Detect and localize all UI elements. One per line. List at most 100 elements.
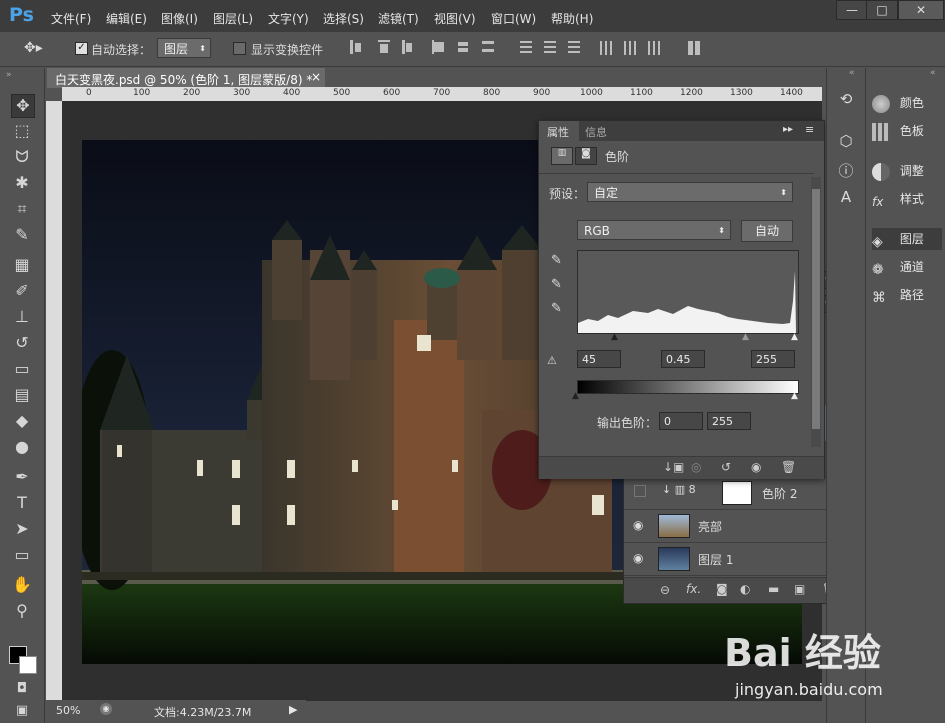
menu-image[interactable]: 图像(I) <box>161 10 198 27</box>
history-brush-tool-icon[interactable]: ↺ <box>11 332 33 354</box>
background-color-swatch[interactable] <box>19 656 37 674</box>
move-tool-icon[interactable]: ✥ <box>11 94 35 118</box>
info-icon[interactable]: ◉ <box>100 703 112 715</box>
collapse-arrows-icon[interactable]: « <box>930 68 936 78</box>
marquee-tool-icon[interactable]: ⬚ <box>11 120 33 142</box>
zoom-level[interactable]: 50% <box>56 704 80 717</box>
new-group-icon[interactable]: ▬ <box>768 582 779 596</box>
close-tab-icon[interactable]: × <box>311 70 321 84</box>
maximize-button[interactable]: □ <box>866 0 898 20</box>
move-tool-icon[interactable]: ✥▸ <box>24 40 43 56</box>
menu-help[interactable]: 帮助(H) <box>551 10 593 27</box>
magic-wand-tool-icon[interactable]: ✱ <box>11 172 33 194</box>
visibility-off-box[interactable] <box>634 485 646 497</box>
view-previous-icon[interactable]: ◎ <box>691 460 701 474</box>
stamp-tool-icon[interactable]: ⊥ <box>11 306 33 328</box>
crop-tool-icon[interactable]: ⌗ <box>11 198 33 220</box>
show-transform-checkbox[interactable] <box>233 42 246 55</box>
dock-item-swatches[interactable]: 色板 <box>872 120 942 142</box>
input-white-field[interactable]: 255 <box>751 350 795 368</box>
dock-item-channels[interactable]: ❁ 通道 <box>872 256 942 278</box>
auto-select-checkbox[interactable]: ✓ <box>75 42 88 55</box>
tab-properties[interactable]: 属性 <box>547 124 569 140</box>
hand-tool-icon[interactable]: ✋ <box>11 574 33 596</box>
quick-mask-icon[interactable]: ◘ <box>11 678 33 700</box>
zoom-tool-icon[interactable]: ⚲ <box>11 600 33 622</box>
input-black-field[interactable]: 45 <box>577 350 621 368</box>
menu-edit[interactable]: 编辑(E) <box>106 10 147 27</box>
preset-dropdown[interactable]: 自定 ⬍ <box>587 182 793 202</box>
type-tool-icon[interactable]: T <box>11 492 33 514</box>
white-point-eyedropper-icon[interactable]: ✎ <box>551 301 562 316</box>
menu-window[interactable]: 窗口(W) <box>491 10 536 27</box>
reset-icon[interactable]: ↺ <box>721 460 731 474</box>
levels-icon[interactable]: ▥ <box>551 147 573 165</box>
pen-tool-icon[interactable]: ✒ <box>11 466 33 488</box>
channel-dropdown[interactable]: RGB ⬍ <box>577 220 731 240</box>
close-button[interactable]: ✕ <box>898 0 944 20</box>
visibility-eye-icon[interactable]: ◉ <box>751 460 761 474</box>
character-icon[interactable]: A <box>835 188 857 210</box>
input-gamma-field[interactable]: 0.45 <box>661 350 705 368</box>
fx-icon[interactable]: fx. <box>686 582 701 596</box>
tab-info[interactable]: 信息 <box>585 124 607 140</box>
layer-row[interactable]: ↓ ▥ 8 色阶 2 <box>624 477 850 510</box>
info-panel-icon[interactable]: ⓘ <box>835 160 857 182</box>
properties-scrollbar[interactable] <box>811 177 821 447</box>
brush-tool-icon[interactable]: ✐ <box>11 280 33 302</box>
minimize-button[interactable]: — <box>836 0 868 20</box>
new-adjustment-icon[interactable]: ◐ <box>740 582 750 596</box>
screen-mode-icon[interactable]: ▣ <box>11 700 33 722</box>
status-menu-arrow-icon[interactable]: ▶ <box>289 703 297 716</box>
auto-button[interactable]: 自动 <box>741 220 793 242</box>
menu-view[interactable]: 视图(V) <box>434 10 476 27</box>
dock-item-paths[interactable]: ⌘ 路径 <box>872 284 942 306</box>
black-input-slider-icon[interactable]: ▲ <box>611 332 618 342</box>
history-icon[interactable]: ⟲ <box>835 90 857 112</box>
output-black-slider-icon[interactable]: ▲ <box>572 391 579 401</box>
shape-tool-icon[interactable]: ▭ <box>11 544 33 566</box>
gamma-input-slider-icon[interactable]: ▲ <box>742 332 749 342</box>
dock-item-layers[interactable]: ◈ 图层 <box>872 228 942 250</box>
menu-layer[interactable]: 图层(L) <box>213 10 253 27</box>
menu-file[interactable]: 文件(F) <box>51 10 91 27</box>
menu-filter[interactable]: 滤镜(T) <box>378 10 419 27</box>
dock-item-adjustments[interactable]: 调整 <box>872 160 942 182</box>
auto-select-target-dropdown[interactable]: 图层 ⬍ <box>157 38 211 58</box>
lasso-tool-icon[interactable]: ᗢ <box>11 146 33 168</box>
black-point-eyedropper-icon[interactable]: ✎ <box>551 253 562 268</box>
menu-type[interactable]: 文字(Y) <box>268 10 309 27</box>
document-tab[interactable]: 白天变黑夜.psd @ 50% (色阶 1, 图层蒙版/8) * × <box>47 68 325 88</box>
dock-item-color[interactable]: 颜色 <box>872 92 942 114</box>
eraser-tool-icon[interactable]: ▭ <box>11 358 33 380</box>
menu-select[interactable]: 选择(S) <box>323 10 364 27</box>
collapse-arrows-icon[interactable]: « <box>849 68 855 78</box>
eye-icon[interactable]: ◉ <box>633 519 647 531</box>
output-black-field[interactable]: 0 <box>659 412 703 430</box>
healing-brush-tool-icon[interactable]: ▦ <box>11 254 33 276</box>
new-layer-icon[interactable]: ▣ <box>794 582 805 596</box>
output-white-slider-icon[interactable]: ▲ <box>791 391 798 401</box>
layer-row[interactable]: ◉ 图层 1 <box>624 543 850 576</box>
layer-mask-thumbnail[interactable] <box>722 481 752 505</box>
eye-icon[interactable]: ◉ <box>633 552 647 564</box>
panel-menu-icon[interactable]: ≡ <box>805 123 814 136</box>
link-layers-icon[interactable]: ⊖ <box>660 583 670 597</box>
dock-item-styles[interactable]: fx 样式 <box>872 188 942 210</box>
collapse-arrows-icon[interactable]: » <box>6 70 12 80</box>
gray-point-eyedropper-icon[interactable]: ✎ <box>551 277 562 292</box>
dodge-tool-icon[interactable]: ● <box>11 436 33 458</box>
blur-tool-icon[interactable]: ◆ <box>11 410 33 432</box>
delete-adjustment-icon[interactable]: 🗑 <box>781 460 796 474</box>
panel-collapse-icon[interactable]: ▸▸ <box>783 124 793 135</box>
clipping-warning-icon[interactable]: ⚠ <box>547 354 557 367</box>
clip-to-layer-icon[interactable]: ↓▣ <box>663 460 684 474</box>
mask-icon[interactable]: ◙ <box>575 147 597 165</box>
layer-row[interactable]: ◉ 亮部 <box>624 510 850 543</box>
gradient-tool-icon[interactable]: ▤ <box>11 384 33 406</box>
3d-icon[interactable]: ⬡ <box>835 132 857 154</box>
add-mask-icon[interactable]: ◙ <box>716 582 728 596</box>
eyedropper-tool-icon[interactable]: ✎ <box>11 224 33 246</box>
path-selection-tool-icon[interactable]: ➤ <box>11 518 33 540</box>
white-input-slider-icon[interactable]: ▲ <box>791 332 798 342</box>
